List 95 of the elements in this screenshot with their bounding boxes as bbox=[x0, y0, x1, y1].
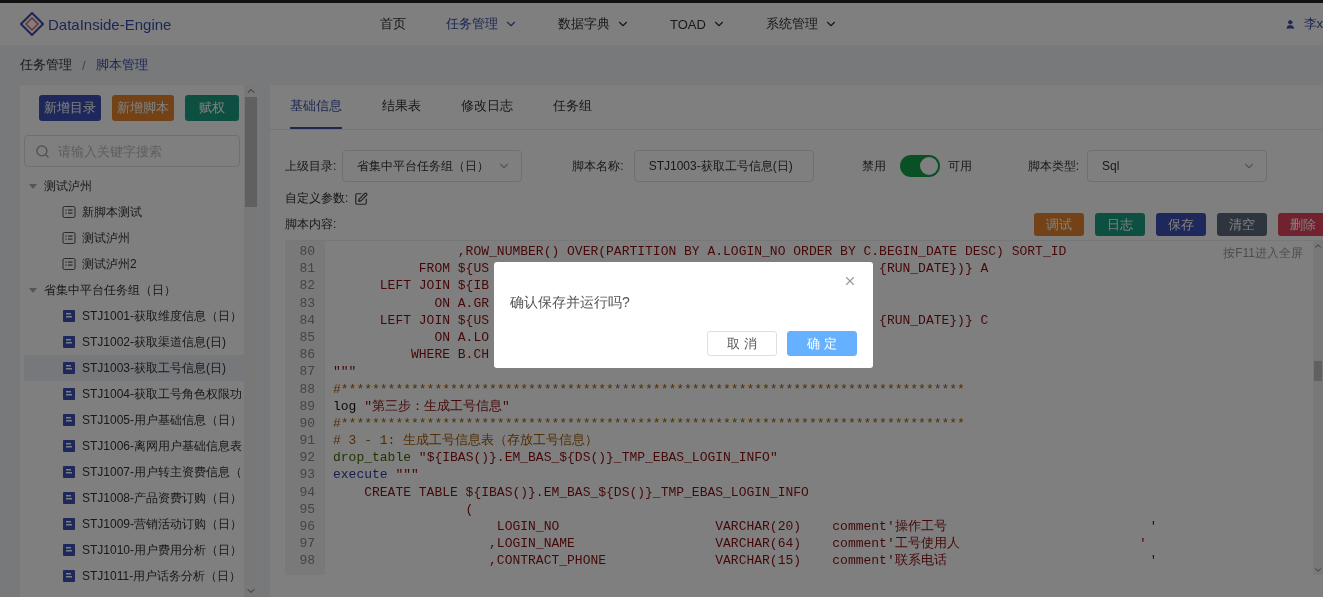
nav-item[interactable]: 任务管理 bbox=[446, 15, 518, 33]
name-field[interactable]: STJ1003-获取工号信息(日) bbox=[633, 150, 814, 182]
document-icon bbox=[62, 491, 76, 505]
code-line: ,LOGIN_NAME VARCHAR(64) comment'工号使用人 ' bbox=[488, 535, 1147, 553]
document-icon bbox=[62, 361, 76, 375]
tree-item[interactable]: STJ1009-营销活动订购（日） bbox=[24, 511, 244, 537]
scroll-down-icon[interactable] bbox=[1313, 565, 1323, 575]
list-icon bbox=[62, 231, 76, 245]
code-line: FROM ${US bbox=[417, 260, 491, 278]
document-icon bbox=[62, 335, 76, 349]
document-icon bbox=[62, 465, 76, 479]
code-line: execute """ bbox=[333, 466, 419, 484]
search-icon bbox=[35, 143, 50, 159]
breadcrumb-item[interactable]: 脚本管理 bbox=[95, 56, 148, 74]
tree-item[interactable]: STJ1001-获取维度信息（日） bbox=[24, 303, 244, 329]
code-line: drop_table "${IBAS()}.EM_BAS_${DS()}_TMP_EBAS_LOGIN_INFO" bbox=[333, 449, 778, 467]
tab[interactable]: 基础信息 bbox=[290, 85, 342, 129]
action-button[interactable]: 保存 bbox=[1156, 213, 1206, 236]
sidebar-button[interactable]: 赋权 bbox=[185, 95, 239, 121]
edit-icon[interactable] bbox=[354, 191, 369, 206]
tree-item[interactable]: STJ1005-用户基础信息（日） bbox=[24, 407, 244, 433]
dialog-button[interactable]: 确 定 bbox=[787, 331, 857, 356]
code-line: #******************************************************************************** bbox=[333, 414, 965, 433]
code-line: LOGIN_NO VARCHAR(20) comment'操作工号 ' bbox=[495, 518, 1158, 536]
nav-item[interactable]: 数据字典 bbox=[558, 15, 630, 33]
app-logo-text: DataInside-Engine bbox=[48, 15, 172, 33]
logo-icon bbox=[20, 12, 44, 36]
dialog-message: 确认保存并运行吗? bbox=[510, 294, 631, 312]
close-icon[interactable] bbox=[843, 274, 857, 288]
tree-item[interactable]: 新脚本测试 bbox=[24, 199, 244, 225]
tree-item[interactable]: STJ1008-产品资费订购（日） bbox=[24, 485, 244, 511]
breadcrumb-item[interactable]: 任务管理 bbox=[20, 56, 72, 74]
switch-label: 可用 bbox=[947, 157, 972, 175]
field-label: 上级目录: bbox=[285, 157, 337, 175]
code-line: """ bbox=[333, 363, 357, 381]
document-icon bbox=[62, 569, 76, 583]
nav-item[interactable]: TOAD bbox=[670, 15, 726, 33]
document-icon bbox=[62, 439, 76, 453]
code-line: ,CONTRACT_PHONE VARCHAR(15) comment'联系电话 ' bbox=[488, 552, 1158, 570]
document-icon bbox=[62, 309, 76, 323]
tree-item[interactable]: STJ1007-用户转主资费信息（ bbox=[24, 459, 244, 485]
action-button[interactable]: 删除 bbox=[1278, 213, 1323, 236]
list-icon bbox=[62, 257, 76, 271]
code-line: CREATE TABLE ${IBAS()}.EM_BAS_${DS()}_TMP_EBAS_LOGIN_INFO bbox=[363, 483, 809, 501]
tree-item[interactable]: STJ1010-用户费用分析（日） bbox=[24, 537, 244, 563]
tree-item[interactable]: STJ1006-离网用户基础信息表 bbox=[24, 433, 244, 459]
action-button[interactable]: 清空 bbox=[1217, 213, 1267, 236]
sidebar-button[interactable]: 新增目录 bbox=[39, 95, 101, 121]
user-icon[interactable] bbox=[1285, 17, 1296, 31]
tree-item[interactable]: 测试泸州 bbox=[24, 225, 244, 251]
user-name[interactable]: 李x bbox=[1303, 15, 1323, 33]
nav-item[interactable]: 首页 bbox=[380, 15, 406, 33]
field-label: 脚本内容: bbox=[285, 216, 337, 233]
field-label: 自定义参数: bbox=[285, 190, 349, 207]
type-select[interactable]: Sql bbox=[1087, 150, 1268, 182]
code-line: LEFT JOIN ${US bbox=[378, 311, 491, 329]
tab[interactable]: 任务组 bbox=[553, 85, 592, 129]
dialog-button[interactable]: 取 消 bbox=[707, 331, 777, 356]
action-button[interactable]: 日志 bbox=[1095, 213, 1145, 236]
tree-item[interactable]: STJ1003-获取工号信息(日) bbox=[24, 355, 244, 381]
nav-item[interactable]: 系统管理 bbox=[765, 15, 838, 33]
toggle-switch[interactable] bbox=[899, 155, 940, 177]
code-line: ON A.GR bbox=[433, 294, 490, 312]
document-icon bbox=[62, 543, 76, 557]
breadcrumb-separator: / bbox=[82, 57, 86, 73]
code-line: #******************************************************************************** bbox=[333, 380, 965, 398]
tree-item[interactable]: STJ1004-获取工号角色权限功 bbox=[24, 381, 244, 407]
code-line: {RUN_DATE})} C bbox=[879, 311, 989, 329]
tree-group[interactable]: 省集中平台任务组（日） bbox=[24, 277, 244, 303]
scroll-thumb[interactable] bbox=[1314, 361, 1322, 381]
parent-select[interactable]: 省集中平台任务组（日） bbox=[342, 150, 523, 182]
document-icon bbox=[62, 387, 76, 401]
tab[interactable]: 结果表 bbox=[382, 85, 421, 129]
field-label: 脚本类型: bbox=[1027, 157, 1080, 175]
tree-item[interactable]: STJ1002-获取渠道信息(日) bbox=[24, 329, 244, 355]
list-icon bbox=[62, 205, 76, 219]
tree-group[interactable]: 测试泸州 bbox=[24, 173, 244, 199]
code-line: LEFT JOIN ${IB bbox=[378, 277, 490, 295]
document-icon bbox=[62, 517, 76, 531]
tab[interactable]: 修改日志 bbox=[461, 85, 513, 129]
tree-item[interactable]: STJ1011-用户话务分析（日） bbox=[24, 563, 244, 589]
scrollbar[interactable] bbox=[1313, 241, 1323, 575]
code-line: ON A.LO bbox=[433, 328, 490, 347]
code-line: log "第三步：生成工号信息" bbox=[333, 397, 510, 415]
field-label: 脚本名称: bbox=[572, 157, 624, 175]
scroll-up-icon[interactable] bbox=[1313, 241, 1323, 251]
code-line: {RUN_DATE})} A bbox=[879, 260, 989, 278]
code-line: ,ROW_NUMBER() OVER(PARTITION BY A.LOGIN_NO ORDER BY C.BEGIN_DATE DESC) SORT_ID bbox=[456, 243, 1067, 261]
code-line: # 3 - 1: 生成工号信息表（存放工号信息） bbox=[333, 432, 599, 450]
switch-label: 禁用 bbox=[861, 157, 886, 175]
tree-item[interactable]: 测试泸州2 bbox=[24, 251, 244, 277]
code-line: WHERE B.CH bbox=[410, 346, 490, 364]
code-line: ( bbox=[464, 500, 474, 518]
scroll-thumb[interactable] bbox=[245, 97, 257, 207]
document-icon bbox=[62, 413, 76, 427]
